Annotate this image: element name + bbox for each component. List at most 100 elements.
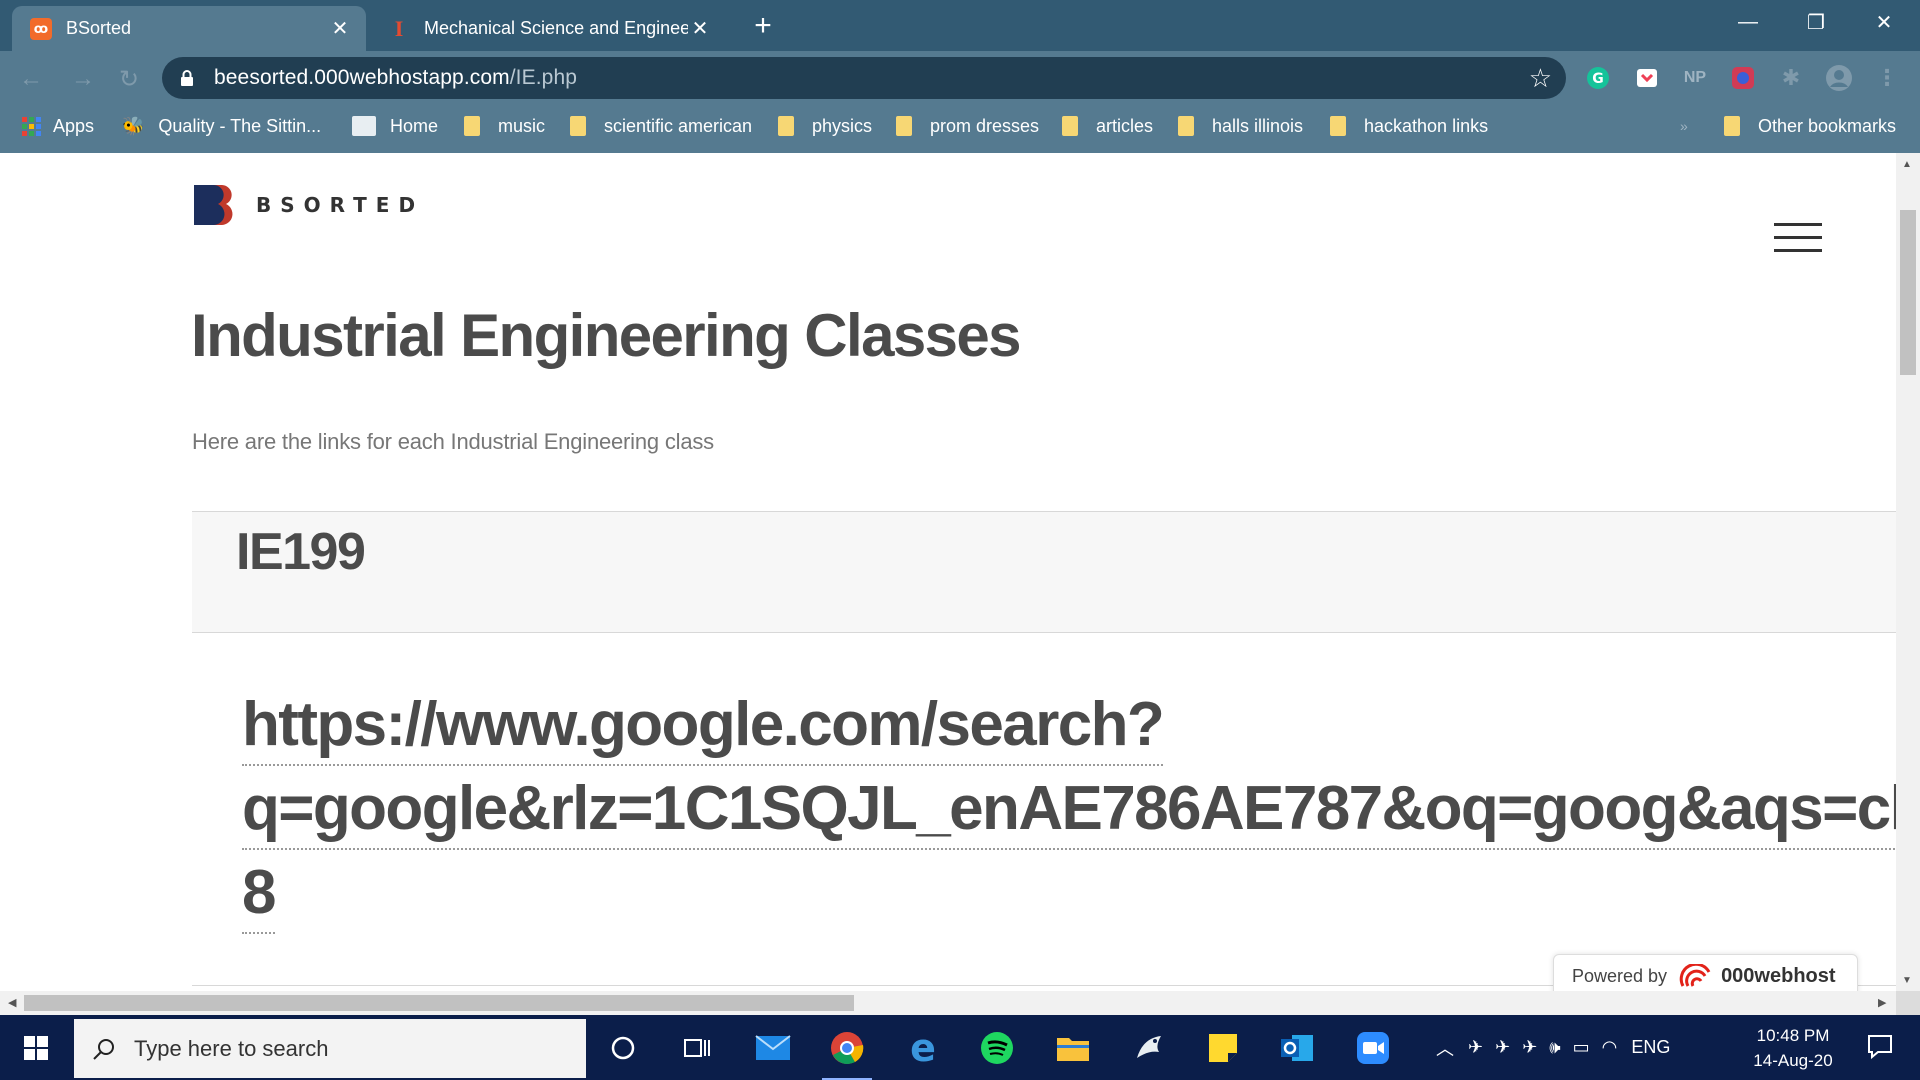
svg-text:G: G <box>1592 71 1604 87</box>
edge-icon[interactable]: e <box>898 1023 948 1073</box>
start-button[interactable] <box>0 1015 72 1080</box>
taskbar-search[interactable]: Type here to search <box>74 1019 586 1078</box>
zoom-icon[interactable] <box>1348 1023 1398 1073</box>
outlook-icon[interactable] <box>1272 1023 1322 1073</box>
menu-kebab-icon[interactable]: ⋮ <box>1872 63 1902 93</box>
puzzle-icon[interactable]: ✱ <box>1776 63 1806 93</box>
scroll-up-icon[interactable]: ▲ <box>1902 159 1912 170</box>
chrome-icon[interactable] <box>822 1023 872 1080</box>
link-line[interactable]: https://www.google.com/search? <box>242 686 1165 766</box>
minimize-button[interactable]: — <box>1714 0 1782 44</box>
close-icon[interactable]: ✕ <box>688 17 712 41</box>
folder-icon <box>1724 116 1740 136</box>
forward-arrow-icon[interactable]: → <box>66 62 100 96</box>
wifi-icon[interactable]: ◠ <box>1602 1037 1618 1058</box>
scrollbar-corner <box>1896 991 1920 1015</box>
bookmark-articles[interactable]: articles <box>1062 107 1153 145</box>
powered-brand: 000webhost <box>1721 965 1836 987</box>
url-text: beesorted.000webhostapp.com/IE.php <box>214 66 577 89</box>
battery-icon[interactable]: ▭ <box>1573 1037 1590 1058</box>
other-bookmarks[interactable]: Other bookmarks <box>1724 107 1896 145</box>
sticky-notes-icon[interactable] <box>1198 1023 1248 1073</box>
mail-icon[interactable] <box>748 1023 798 1073</box>
folder-icon <box>1062 116 1078 136</box>
new-tab-button[interactable]: + <box>743 8 783 44</box>
bookmark-physics[interactable]: physics <box>778 107 872 145</box>
search-placeholder: Type here to search <box>134 1035 329 1061</box>
bookmark-quality[interactable]: 🐝 Quality - The Sittin... <box>122 107 321 145</box>
bookmarks-overflow-button[interactable]: » <box>1680 107 1688 145</box>
system-tray: ︿ ✈ ✈ ✈ 🕪 ▭ ◠ ENG <box>1436 1015 1670 1080</box>
tab-mechanical-science[interactable]: I Mechanical Science and Engineer ✕ <box>370 6 726 51</box>
np-extension[interactable]: NP <box>1680 63 1710 93</box>
close-icon[interactable]: ✕ <box>328 17 352 41</box>
tray-app-icon[interactable]: ✈ <box>1468 1037 1483 1058</box>
clock-time: 10:48 PM <box>1756 1026 1830 1045</box>
bird-app-icon[interactable] <box>1124 1023 1174 1073</box>
bookmark-home[interactable]: Home <box>352 107 438 145</box>
link-line[interactable]: q=google&rlz=1C1SQJL_enAE786AE787&oq=goo… <box>242 770 1896 850</box>
folder-icon <box>570 116 586 136</box>
000webhost-logo-icon <box>1679 962 1713 990</box>
back-arrow-icon[interactable]: ← <box>14 62 48 96</box>
logo-text: BSORTED <box>256 193 425 217</box>
link-line[interactable]: 8 <box>242 854 276 934</box>
tray-app-icon[interactable]: ✈ <box>1522 1037 1537 1058</box>
address-bar[interactable]: beesorted.000webhostapp.com/IE.php ☆ <box>162 57 1566 99</box>
apps-icon <box>22 116 41 136</box>
page-title: Industrial Engineering Classes <box>191 302 1022 369</box>
folder-icon <box>1330 116 1346 136</box>
chevron-up-icon[interactable]: ︿ <box>1436 1035 1454 1061</box>
bookmark-music[interactable]: music <box>464 107 545 145</box>
class-link[interactable]: https://www.google.com/search? q=google&… <box>242 683 1896 935</box>
tab-bsorted[interactable]: ꝏ BSorted ✕ <box>12 6 366 51</box>
profile-icon[interactable] <box>1824 63 1854 93</box>
bookmark-prom-dresses[interactable]: prom dresses <box>896 107 1039 145</box>
folder-icon <box>1178 116 1194 136</box>
system-clock[interactable]: 10:48 PM 14-Aug-20 <box>1728 1023 1858 1073</box>
bookmark-halls-illinois[interactable]: halls illinois <box>1178 107 1303 145</box>
class-header: IE199 <box>192 511 1896 633</box>
class-code: IE199 <box>236 523 366 581</box>
powered-by-badge[interactable]: Powered by 000webhost <box>1553 954 1858 991</box>
restore-button[interactable]: ❐ <box>1782 0 1850 44</box>
scroll-left-icon[interactable]: ◀ <box>8 996 16 1009</box>
tab-title: BSorted <box>66 18 132 38</box>
bookmark-scientific-american[interactable]: scientific american <box>570 107 752 145</box>
scroll-down-icon[interactable]: ▼ <box>1902 975 1912 986</box>
extension-icon[interactable] <box>1728 63 1758 93</box>
volume-icon[interactable]: 🕪 <box>1549 1037 1560 1058</box>
notification-icon[interactable] <box>1866 1032 1894 1060</box>
vertical-scroll-thumb[interactable] <box>1900 210 1916 375</box>
folder-icon <box>464 116 480 136</box>
bee-icon: 🐝 <box>122 115 145 136</box>
hamburger-menu-icon[interactable] <box>1774 223 1822 253</box>
horizontal-scroll-thumb[interactable] <box>24 995 854 1011</box>
task-view-icon[interactable] <box>672 1023 722 1073</box>
spotify-icon[interactable] <box>972 1023 1022 1073</box>
search-icon <box>92 1037 116 1061</box>
folder-icon <box>896 116 912 136</box>
reload-icon[interactable]: ↻ <box>112 62 146 96</box>
grammarly-icon[interactable]: G <box>1583 63 1613 93</box>
site-logo[interactable]: BSORTED <box>192 183 424 227</box>
lock-icon <box>180 70 194 86</box>
pocket-icon[interactable] <box>1632 63 1662 93</box>
clock-date: 14-Aug-20 <box>1753 1051 1833 1070</box>
language-indicator[interactable]: ENG <box>1631 1037 1670 1058</box>
bookmark-star-icon[interactable]: ☆ <box>1529 63 1552 94</box>
cortana-icon[interactable] <box>598 1023 648 1073</box>
folder-icon <box>778 116 794 136</box>
xampp-icon: ꝏ <box>30 17 52 40</box>
file-explorer-icon[interactable] <box>1048 1023 1098 1073</box>
illinois-icon: I <box>394 15 404 41</box>
horizontal-scrollbar[interactable]: ◀ ▶ <box>0 991 1896 1015</box>
tab-strip: ꝏ BSorted ✕ I Mechanical Science and Eng… <box>0 0 1920 51</box>
vertical-scrollbar[interactable]: ▲ ▼ <box>1896 153 1920 991</box>
scroll-right-icon[interactable]: ▶ <box>1878 996 1886 1009</box>
bookmark-apps[interactable]: Apps <box>22 107 94 145</box>
bookmark-hackathon-links[interactable]: hackathon links <box>1330 107 1488 145</box>
page-icon <box>352 116 376 136</box>
tray-app-icon[interactable]: ✈ <box>1495 1037 1510 1058</box>
close-window-button[interactable]: ✕ <box>1850 0 1918 44</box>
